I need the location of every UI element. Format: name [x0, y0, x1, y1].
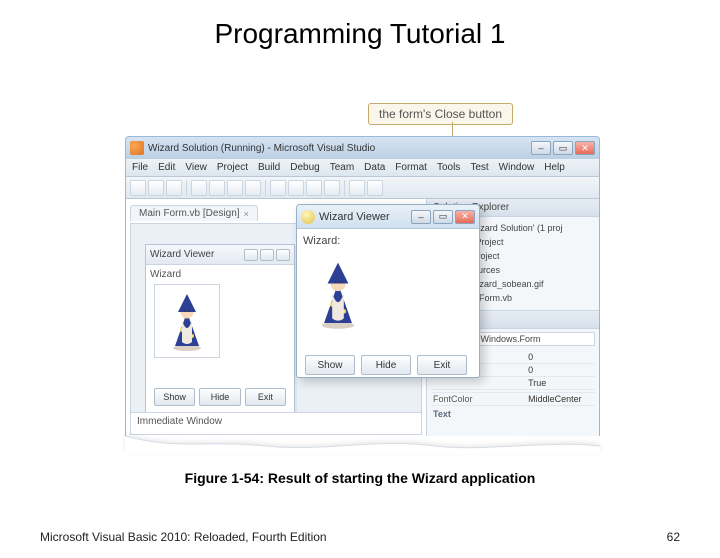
tab-close-icon[interactable]: ×: [244, 209, 249, 219]
toolbar-icon[interactable]: [367, 180, 383, 196]
page-number: 62: [667, 530, 680, 544]
immediate-window: Immediate Window: [131, 412, 421, 434]
property-row[interactable]: True: [431, 377, 595, 390]
run-minimize-button[interactable]: –: [411, 210, 431, 224]
toolbar-icon[interactable]: [227, 180, 243, 196]
run-close-button[interactable]: ✕: [455, 210, 475, 224]
designer-minimize-button[interactable]: [244, 249, 258, 261]
menu-data[interactable]: Data: [364, 162, 385, 173]
designer-form-body: Wizard: [146, 265, 294, 410]
toolbar-icon[interactable]: [349, 180, 365, 196]
toolbar-separator: [344, 180, 345, 196]
designer-maximize-button[interactable]: [260, 249, 274, 261]
vs-window-controls: – ▭ ✕: [531, 141, 595, 155]
running-app-titlebar: Wizard Viewer – ▭ ✕: [297, 205, 479, 229]
maximize-button[interactable]: ▭: [553, 141, 573, 155]
running-app-label: Wizard:: [303, 235, 473, 247]
vs-window-title: Wizard Solution (Running) - Microsoft Vi…: [148, 143, 375, 154]
designer-exit-button[interactable]: Exit: [245, 388, 286, 406]
menu-test[interactable]: Test: [470, 162, 488, 173]
run-exit-button[interactable]: Exit: [417, 355, 467, 375]
designer-form: Wizard Viewer Wizard: [145, 244, 295, 416]
vs-menu-bar: File Edit View Project Build Debug Team …: [126, 159, 599, 177]
menu-help[interactable]: Help: [544, 162, 565, 173]
toolbar-icon[interactable]: [270, 180, 286, 196]
property-category: Text: [431, 406, 595, 420]
menu-format[interactable]: Format: [395, 162, 427, 173]
designer-hide-button[interactable]: Hide: [199, 388, 240, 406]
vs-title-bar: Wizard Solution (Running) - Microsoft Vi…: [126, 137, 599, 159]
run-maximize-button[interactable]: ▭: [433, 210, 453, 224]
toolbar-icon[interactable]: [130, 180, 146, 196]
minimize-button[interactable]: –: [531, 141, 551, 155]
designer-picturebox: [154, 284, 220, 358]
menu-file[interactable]: File: [132, 162, 148, 173]
run-hide-button[interactable]: Hide: [361, 355, 411, 375]
figure-caption: Figure 1-54: Result of starting the Wiza…: [0, 470, 720, 486]
designer-form-titlebar: Wizard Viewer: [146, 245, 294, 265]
running-app-window: Wizard Viewer – ▭ ✕ Wizard: Show: [296, 204, 480, 378]
tab-label: Main Form.vb [Design]: [139, 208, 240, 219]
wizard-image-icon: [309, 258, 367, 330]
toolbar-separator: [186, 180, 187, 196]
menu-tools[interactable]: Tools: [437, 162, 460, 173]
menu-build[interactable]: Build: [258, 162, 280, 173]
wizard-image-icon: [162, 290, 212, 352]
menu-edit[interactable]: Edit: [158, 162, 175, 173]
footer-text: Microsoft Visual Basic 2010: Reloaded, F…: [40, 530, 327, 544]
toolbar-icon[interactable]: [245, 180, 261, 196]
toolbar-icon[interactable]: [288, 180, 304, 196]
menu-debug[interactable]: Debug: [290, 162, 319, 173]
run-show-button[interactable]: Show: [305, 355, 355, 375]
callout-close-button: the form's Close button: [368, 103, 513, 125]
document-tab[interactable]: Main Form.vb [Design] ×: [130, 205, 258, 221]
toolbar-icon[interactable]: [166, 180, 182, 196]
designer-form-title: Wizard Viewer: [150, 249, 214, 260]
property-row[interactable]: FontColorMiddleCenter: [431, 393, 595, 406]
toolbar-separator: [265, 180, 266, 196]
running-app-body: Wizard: Show Hide Exit: [297, 229, 479, 378]
running-app-title: Wizard Viewer: [319, 211, 390, 223]
designer-show-button[interactable]: Show: [154, 388, 195, 406]
vs-toolbar: [126, 177, 599, 199]
running-app-icon: [301, 210, 315, 224]
designer-label: Wizard: [150, 269, 290, 280]
running-app-picture: [303, 253, 373, 335]
menu-team[interactable]: Team: [330, 162, 354, 173]
torn-page-edge: [125, 436, 600, 454]
slide-title: Programming Tutorial 1: [0, 18, 720, 50]
toolbar-icon[interactable]: [324, 180, 340, 196]
menu-window[interactable]: Window: [499, 162, 535, 173]
menu-view[interactable]: View: [185, 162, 207, 173]
toolbar-icon[interactable]: [306, 180, 322, 196]
toolbar-icon[interactable]: [209, 180, 225, 196]
menu-project[interactable]: Project: [217, 162, 248, 173]
designer-button-row: Show Hide Exit: [150, 388, 290, 406]
toolbar-icon[interactable]: [148, 180, 164, 196]
designer-close-button[interactable]: [276, 249, 290, 261]
running-app-button-row: Show Hide Exit: [303, 355, 473, 375]
vs-app-icon: [130, 141, 144, 155]
close-button[interactable]: ✕: [575, 141, 595, 155]
toolbar-icon[interactable]: [191, 180, 207, 196]
